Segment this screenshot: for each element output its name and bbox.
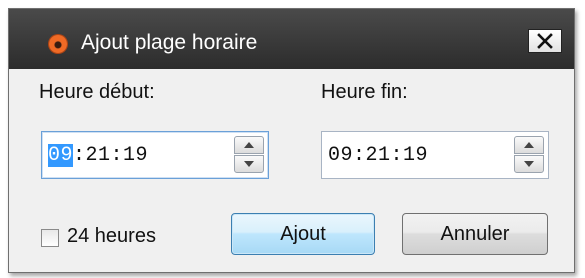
arrow-up-icon bbox=[524, 142, 534, 148]
24-hours-checkbox-label[interactable]: 24 heures bbox=[67, 225, 156, 248]
start-time-spinner[interactable] bbox=[234, 136, 264, 174]
app-logo-icon bbox=[49, 35, 67, 53]
end-time-increment-button[interactable] bbox=[514, 136, 544, 154]
add-button[interactable]: Ajout bbox=[231, 213, 375, 255]
start-time-field[interactable]: 09:21:19 bbox=[41, 131, 269, 179]
title-bar[interactable]: Ajout plage horaire bbox=[9, 9, 574, 69]
end-time-value[interactable]: 09:21:19 bbox=[328, 144, 428, 167]
start-time-label: Heure début: bbox=[39, 81, 155, 103]
dialog-title: Ajout plage horaire bbox=[81, 31, 258, 54]
close-icon bbox=[537, 33, 553, 49]
start-time-hour-selection[interactable]: 09 bbox=[48, 144, 74, 167]
add-time-range-dialog: Ajout plage horaire Heure début: Heure f… bbox=[8, 8, 575, 273]
cancel-button[interactable]: Annuler bbox=[402, 213, 548, 255]
start-time-minutes-seconds[interactable]: :21:19 bbox=[73, 144, 148, 167]
arrow-down-icon bbox=[244, 161, 254, 167]
start-time-increment-button[interactable] bbox=[234, 136, 264, 154]
end-time-decrement-button[interactable] bbox=[514, 155, 544, 173]
end-time-spinner[interactable] bbox=[514, 136, 544, 174]
start-time-decrement-button[interactable] bbox=[234, 155, 264, 173]
close-button[interactable] bbox=[528, 29, 562, 53]
start-time-value[interactable]: 09:21:19 bbox=[48, 144, 148, 167]
end-time-field[interactable]: 09:21:19 bbox=[321, 131, 549, 179]
arrow-up-icon bbox=[244, 142, 254, 148]
end-time-label: Heure fin: bbox=[321, 81, 408, 103]
24-hours-checkbox[interactable] bbox=[41, 229, 59, 247]
arrow-down-icon bbox=[524, 161, 534, 167]
